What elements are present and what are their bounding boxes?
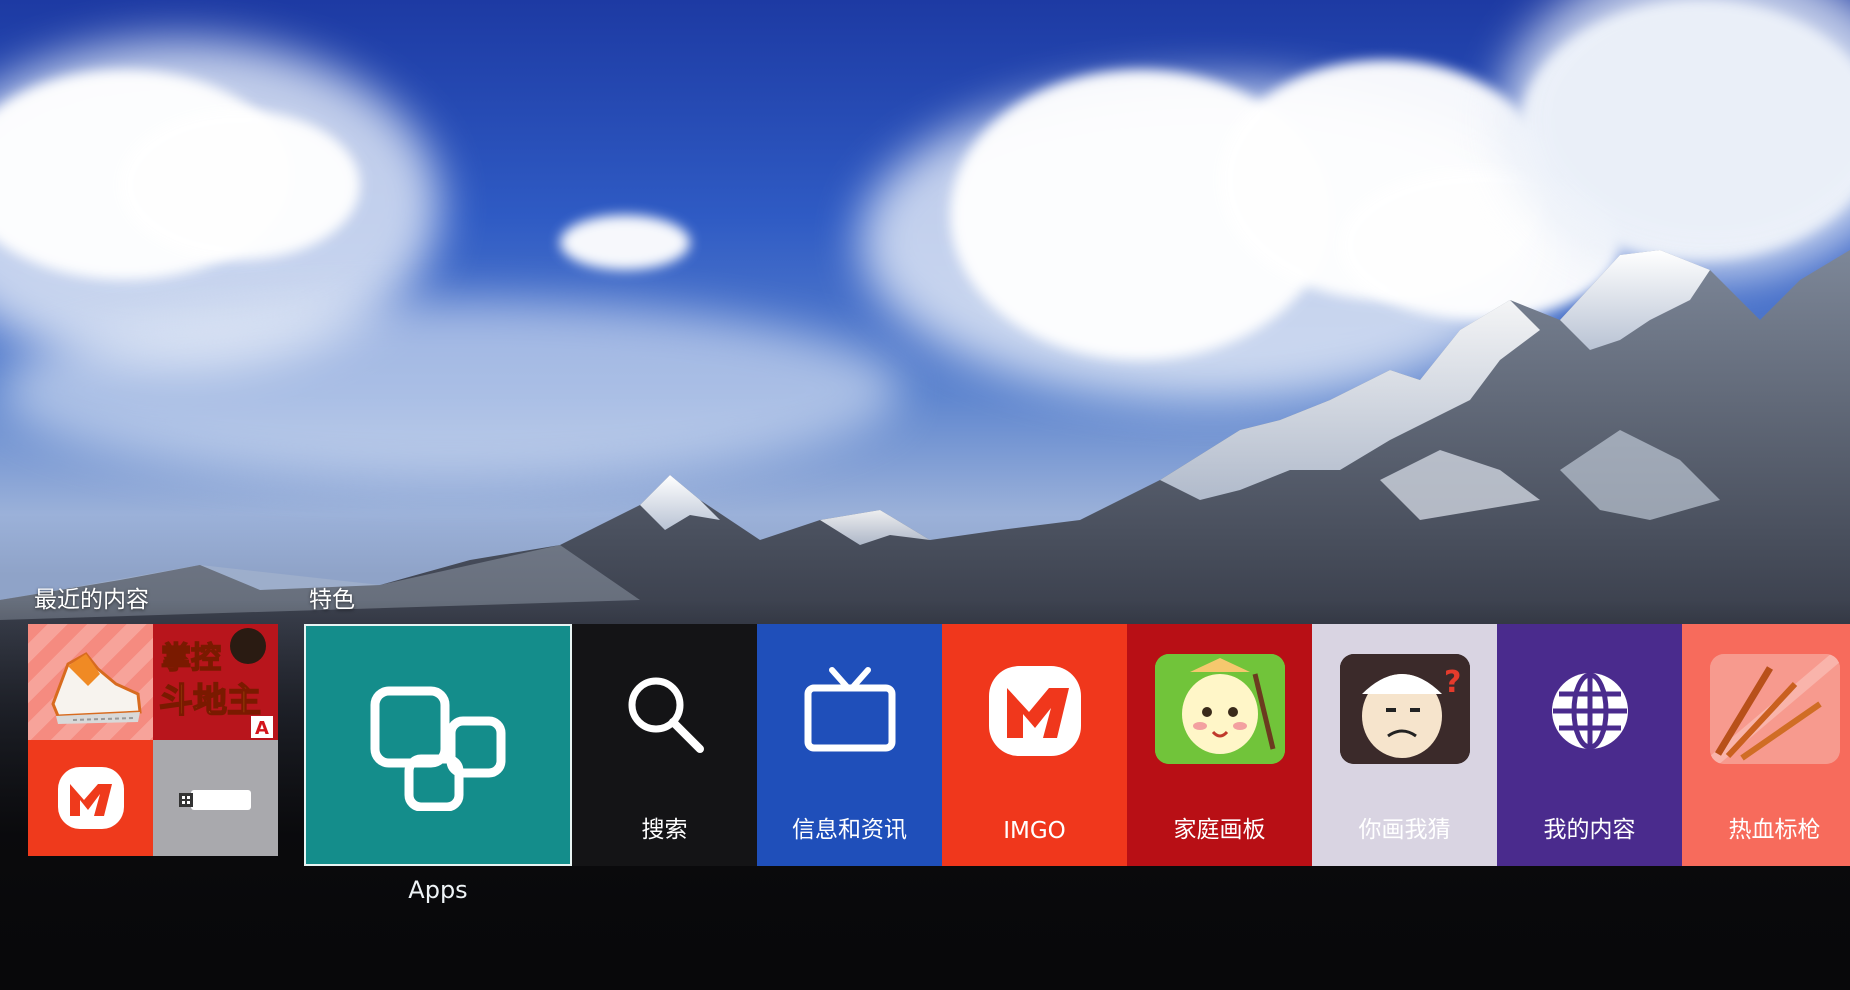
mango-tv-logo bbox=[58, 767, 124, 829]
news-tile-label: 信息和资讯 bbox=[792, 817, 907, 843]
svg-text:斗地主: 斗地主 bbox=[159, 681, 261, 721]
recent-item-usb-device[interactable] bbox=[153, 740, 278, 856]
featured-row: 搜索 信息和资讯 IMGO 家庭画板 ? 你画我猜 我的内容 热血标枪 bbox=[304, 624, 1850, 866]
family-drawing-tile[interactable]: 家庭画板 bbox=[1127, 624, 1312, 866]
imgo-tile-label: IMGO bbox=[1003, 818, 1066, 844]
family-drawing-tile-label: 家庭画板 bbox=[1173, 817, 1266, 843]
doudizhu-logo: 掌控 斗地主 A bbox=[153, 624, 278, 740]
apps-tile[interactable] bbox=[304, 624, 572, 866]
sneaker-icon bbox=[51, 652, 142, 724]
recent-content-grid: 掌控 斗地主 A bbox=[28, 624, 278, 856]
javelin-game-icon bbox=[1709, 654, 1840, 764]
imgo-tile[interactable]: IMGO bbox=[942, 624, 1127, 866]
apps-icon bbox=[370, 686, 506, 811]
guess-drawing-app-icon: ? bbox=[1339, 654, 1470, 764]
news-tile[interactable]: 信息和资讯 bbox=[757, 624, 942, 866]
mango-tv-logo bbox=[988, 666, 1081, 756]
svg-text:A: A bbox=[255, 718, 269, 739]
paint-app-icon bbox=[1154, 654, 1285, 764]
svg-text:掌控: 掌控 bbox=[161, 641, 221, 676]
draw-guess-tile[interactable]: ? 你画我猜 bbox=[1312, 624, 1497, 866]
svg-text:?: ? bbox=[1444, 665, 1461, 700]
recent-item-imgo[interactable] bbox=[28, 740, 153, 856]
apps-caption: Apps bbox=[408, 876, 468, 904]
my-content-tile-label: 我的内容 bbox=[1543, 817, 1636, 843]
draw-guess-tile-label: 你画我猜 bbox=[1358, 817, 1451, 843]
usb-drive-icon bbox=[179, 790, 251, 810]
search-tile[interactable]: 搜索 bbox=[572, 624, 757, 866]
my-content-tile[interactable]: 我的内容 bbox=[1497, 624, 1682, 866]
javelin-game-tile-label: 热血标枪 bbox=[1728, 817, 1821, 843]
globe-icon bbox=[1551, 672, 1628, 750]
featured-title: 特色 bbox=[309, 587, 355, 613]
recent-item-running-app[interactable] bbox=[28, 624, 153, 740]
recent-content-title: 最近的内容 bbox=[34, 587, 149, 613]
search-tile-label: 搜索 bbox=[641, 817, 688, 843]
tv-icon bbox=[804, 667, 895, 752]
search-icon bbox=[628, 677, 704, 753]
recent-item-doudizhu[interactable]: 掌控 斗地主 A bbox=[153, 624, 278, 740]
javelin-game-tile[interactable]: 热血标枪 bbox=[1682, 624, 1850, 866]
